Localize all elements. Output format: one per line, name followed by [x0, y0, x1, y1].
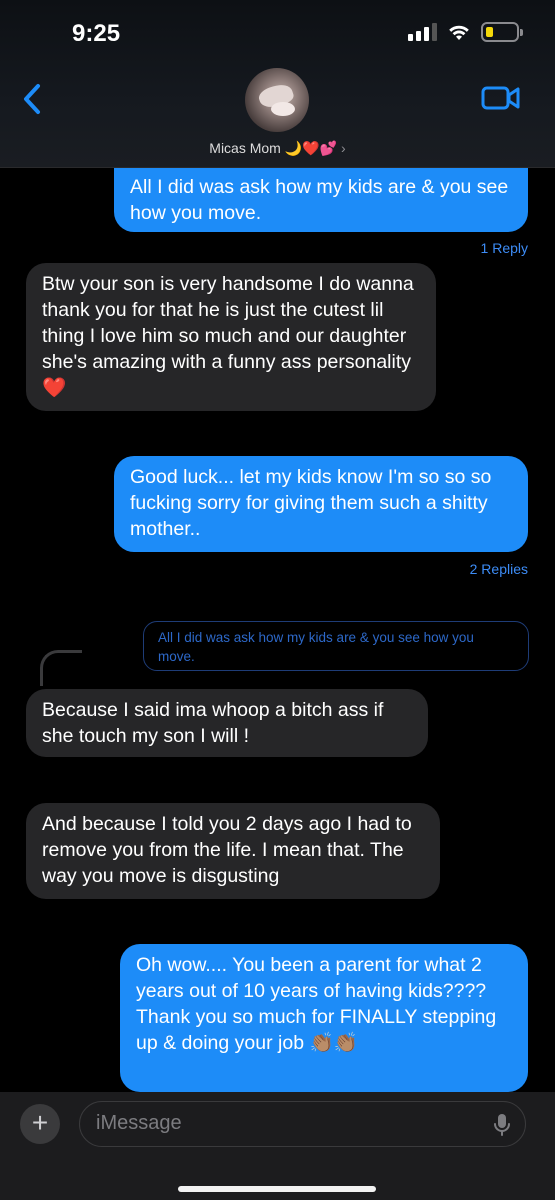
message-field-container	[79, 1101, 526, 1147]
status-time: 9:25	[72, 20, 121, 47]
microphone-icon[interactable]	[493, 1113, 511, 1137]
message-input[interactable]	[96, 1112, 466, 1135]
contact-name-button[interactable]: Micas Mom 🌙❤️💕 ›	[0, 140, 555, 157]
home-indicator[interactable]	[178, 1186, 376, 1192]
chevron-right-icon: ›	[341, 140, 346, 156]
battery-icon	[481, 22, 523, 42]
reply-count-link[interactable]: 2 Replies	[470, 561, 528, 577]
message-text: Btw your son is very handsome I do wanna…	[42, 273, 414, 399]
status-icons	[408, 22, 523, 42]
message-bubble-received[interactable]: Btw your son is very handsome I do wanna…	[26, 263, 436, 411]
conversation-header: 9:25 Micas Mom 🌙❤️💕 ›	[0, 0, 555, 168]
status-bar: 9:25	[0, 0, 555, 60]
message-text: And because I told you 2 days ago I had …	[42, 813, 412, 887]
contact-name: Micas Mom 🌙❤️💕	[209, 140, 338, 156]
compose-bar: +	[0, 1092, 555, 1200]
signal-icon	[408, 23, 437, 41]
message-bubble-sent[interactable]: Oh wow.... You been a parent for what 2 …	[120, 944, 528, 1092]
video-camera-icon[interactable]	[481, 84, 521, 112]
message-text: Because I said ima whoop a bitch ass if …	[42, 699, 384, 747]
contact-avatar[interactable]	[245, 68, 309, 132]
message-bubble-received[interactable]: Because I said ima whoop a bitch ass if …	[26, 689, 428, 757]
reply-count-link[interactable]: 1 Reply	[481, 240, 528, 256]
back-chevron-icon[interactable]	[18, 82, 48, 116]
message-bubble-sent[interactable]: All I did was ask how my kids are & you …	[114, 168, 528, 232]
message-bubble-sent[interactable]: Good luck... let my kids know I'm so so …	[114, 456, 528, 552]
quoted-reply-preview[interactable]: All I did was ask how my kids are & you …	[143, 621, 529, 671]
message-text: Good luck... let my kids know I'm so so …	[130, 466, 492, 540]
message-text: Oh wow.... You been a parent for what 2 …	[136, 954, 497, 1054]
message-text: All I did was ask how my kids are & you …	[130, 176, 509, 224]
message-bubble-received[interactable]: And because I told you 2 days ago I had …	[26, 803, 440, 899]
wifi-icon	[449, 25, 469, 40]
plus-icon[interactable]: +	[20, 1104, 60, 1144]
thread-connector	[40, 650, 82, 686]
